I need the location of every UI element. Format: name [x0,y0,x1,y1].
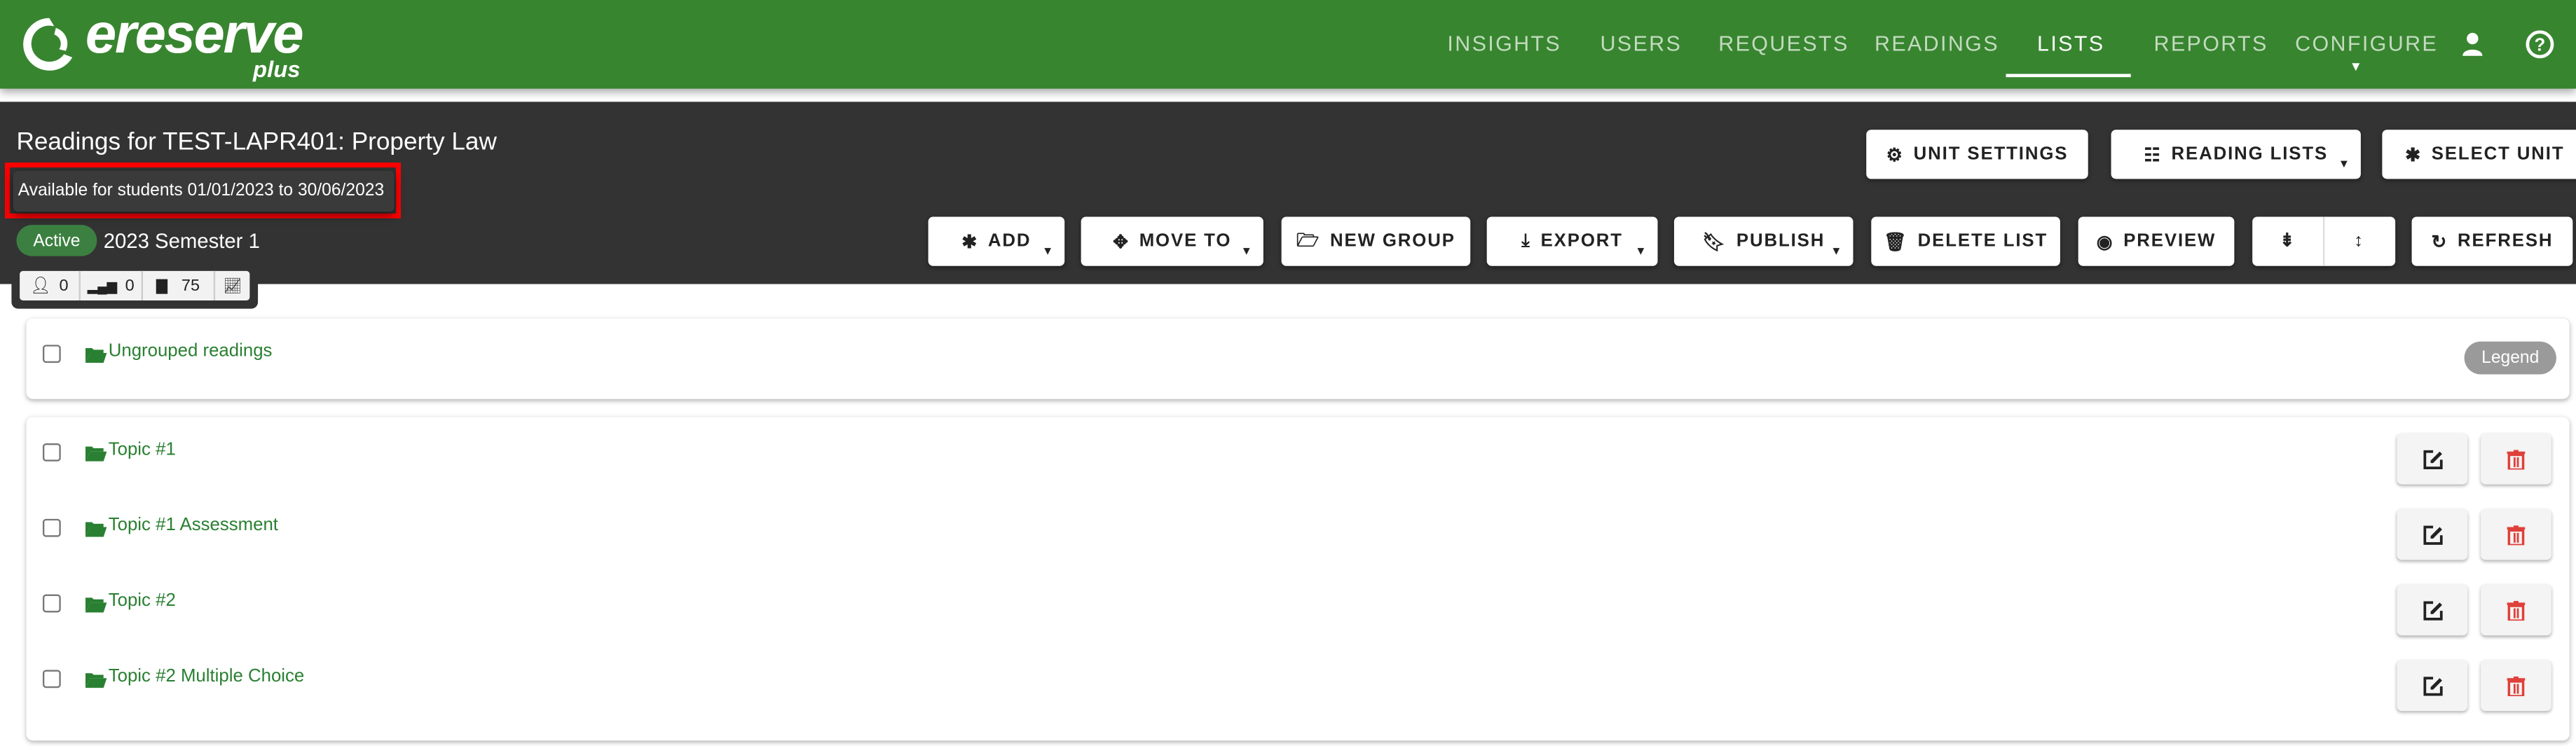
nav-requests[interactable]: REQUESTS [1718,32,1849,56]
group-link[interactable]: Topic #2 Multiple Choice [109,667,305,686]
edit-icon [2423,525,2442,544]
folder-open-icon [85,597,107,613]
edit-icon [2423,600,2442,620]
signal-bars-icon: ▂▄▆ [87,278,117,293]
group-link[interactable]: Topic #1 [109,440,176,459]
trash-icon [2507,675,2526,695]
unit-settings-button[interactable]: ⚙ UNIT SETTINGS [1866,130,2088,179]
preview-button[interactable]: ◉ PREVIEW [2078,216,2235,266]
select-checkbox[interactable] [42,345,61,363]
move-icon: ✥ [1113,232,1130,252]
stats-group: 👤︎ 0 ▂▄▆ 0 75 📈︎ [11,265,259,309]
folder-open-icon [85,446,107,462]
help-icon[interactable]: ? [2525,29,2554,59]
caret-down-icon: ▼ [2338,159,2351,171]
reading-lists-button[interactable]: ☷ READING LISTS ▼ [2111,130,2361,179]
trash-icon [2507,525,2526,545]
delete-group-button[interactable] [2481,433,2551,485]
group-link[interactable]: Topic #1 Assessment [109,515,278,535]
list-item: Topic #2 Multiple Choice [27,665,2570,698]
svg-text:?: ? [2535,36,2546,55]
legend-button[interactable]: Legend [2464,341,2556,375]
nav-lists[interactable]: LISTS [2037,32,2104,56]
new-group-button[interactable]: 🗁︎ NEW GROUP [1281,216,1471,266]
select-checkbox[interactable] [42,594,61,613]
caret-down-icon: ▼ [1041,246,1055,258]
trash-icon [2507,600,2526,621]
edit-icon [2423,449,2442,469]
collapse-expand-group: ⇟ ↕ [2252,216,2396,266]
chevron-down-icon: ▼ [2349,59,2363,74]
nav-configure[interactable]: CONFIGURE [2295,32,2438,56]
ungrouped-card: Ungrouped readings Legend [26,318,2570,399]
asterisk-icon: ✱ [2405,145,2422,165]
group-link[interactable]: Ungrouped readings [109,342,273,361]
caret-down-icon: ▼ [1635,246,1648,258]
trash-icon: 🗑︎ [1884,232,1908,252]
delete-group-button[interactable] [2481,508,2551,560]
publish-button[interactable]: 🔖︎ PUBLISH ▼ [1673,216,1854,266]
bookmark-icon: 🔖︎ [1702,232,1727,252]
status-badge: Active [16,225,97,256]
trash-icon [2507,449,2526,469]
asterisk-icon: ✱ [961,232,978,252]
user-icon[interactable] [2461,32,2484,58]
page-title: Readings for TEST-LAPR401: Property Law [16,127,497,156]
edit-group-button[interactable] [2397,660,2468,712]
folder-open-icon: 🗁︎ [1296,230,1320,251]
teaching-period: 2023 Semester 1 [103,230,260,254]
gear-icon: ⚙ [1886,145,1904,165]
top-navbar: ereserve plus INSIGHTS USERS REQUESTS RE… [0,0,2576,89]
select-unit-button[interactable]: ✱ SELECT UNIT [2382,130,2576,179]
delete-group-button[interactable] [2481,660,2551,712]
nav-readings[interactable]: READINGS [1875,32,1999,56]
select-checkbox[interactable] [42,443,61,462]
active-tab-indicator [2006,74,2131,78]
export-button[interactable]: ⤓ EXPORT ▼ [1486,216,1658,266]
eye-icon: ◉ [2096,232,2114,252]
list-item: Topic #2 [27,590,2570,623]
edit-group-button[interactable] [2397,508,2468,560]
select-checkbox[interactable] [42,670,61,688]
download-icon: ⤓ [1521,230,1531,251]
expand-all-icon[interactable]: ↕ [2324,216,2395,265]
line-chart-icon: 📈︎ [223,277,242,293]
stat-signal[interactable]: ▂▄▆ 0 [81,270,143,301]
refresh-icon: ↻ [2431,232,2448,252]
nav-reports[interactable]: REPORTS [2154,32,2268,56]
delete-group-button[interactable] [2481,584,2551,636]
edit-group-button[interactable] [2397,584,2468,636]
edit-icon [2423,676,2442,695]
logo-swirl-icon [23,18,73,71]
nav-users[interactable]: USERS [1600,32,1682,56]
group-link[interactable]: Topic #2 [109,591,176,611]
nav-insights[interactable]: INSIGHTS [1447,32,1561,56]
list-icon: ☷ [2144,145,2162,165]
refresh-button[interactable]: ↻ REFRESH [2411,216,2573,266]
user-icon: 👤︎ [30,277,51,295]
caret-down-icon: ▼ [1240,246,1254,258]
add-button[interactable]: ✱ ADD ▼ [928,216,1065,266]
move-to-button[interactable]: ✥ MOVE TO ▼ [1081,216,1263,266]
select-checkbox[interactable] [42,518,61,537]
stat-documents[interactable]: 75 [143,270,216,301]
collapse-all-icon[interactable]: ⇟ [2253,216,2324,266]
list-item: Topic #1 Assessment [27,514,2570,547]
folder-open-icon [85,348,107,363]
availability-tooltip: Available for students 01/01/2023 to 30/… [13,170,395,212]
availability-text: Available for students 01/01/2023 to 30/… [18,180,385,201]
folder-open-icon [85,673,107,688]
folder-open-icon [85,522,107,537]
list-item: Topic #1 [27,438,2570,471]
stat-users[interactable]: 👤︎ 0 [20,270,81,301]
delete-list-button[interactable]: 🗑︎ DELETE LIST [1871,216,2060,266]
list-item: Ungrouped readings [27,340,2570,373]
groups-card: Topic #1 Topic #1 Assessment Topic #2 Topic… [26,417,2570,741]
caret-down-icon: ▼ [1830,246,1844,258]
stat-chart-button[interactable]: 📈︎ [215,271,249,300]
edit-group-button[interactable] [2397,433,2468,485]
document-icon [156,278,169,293]
